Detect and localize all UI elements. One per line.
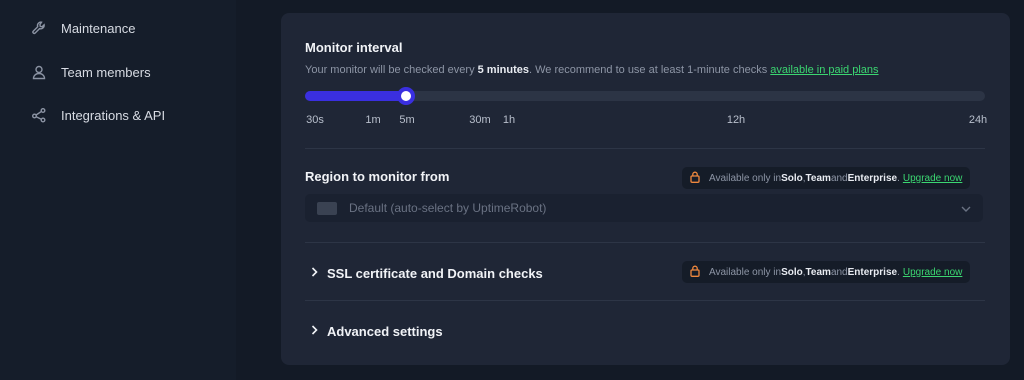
chevron-right-icon [311, 264, 318, 282]
settings-panel: Monitor interval Your monitor will be ch… [281, 13, 1010, 365]
share-icon [30, 106, 48, 124]
slider-tick: 1m [365, 114, 381, 126]
slider-tick: 5m [399, 114, 415, 126]
plan-name: Team [805, 266, 831, 278]
ssl-checks-expander[interactable]: SSL certificate and Domain checks [311, 264, 543, 282]
upsell-text: and [830, 172, 848, 184]
monitor-interval-title: Monitor interval [305, 40, 403, 55]
slider-tick: 30m [469, 114, 491, 126]
upgrade-now-link[interactable]: Upgrade now [903, 173, 962, 184]
interval-slider[interactable] [305, 87, 985, 105]
slider-thumb[interactable] [397, 87, 415, 105]
sidebar-item-integrations[interactable]: Integrations & API [30, 103, 165, 127]
upsell-text: Available only in [709, 266, 782, 278]
sidebar-item-label: Integrations & API [61, 107, 166, 123]
upsell-text: and [830, 266, 848, 278]
description-text: Your monitor will be checked every [305, 64, 478, 76]
slider-tick: 12h [726, 114, 746, 126]
upsell-text: Available only in [709, 172, 782, 184]
upsell-badge-ssl: Available only in Solo, Team and Enterpr… [682, 261, 971, 283]
region-select[interactable]: Default (auto-select by UptimeRobot) [305, 194, 983, 222]
plan-name: Solo [781, 172, 803, 184]
slider-tick: 24h [968, 114, 988, 126]
plan-name: Enterprise [847, 172, 898, 184]
sidebar-item-label: Team members [61, 64, 151, 80]
divider [305, 242, 985, 243]
sidebar-item-label: Maintenance [61, 20, 136, 36]
sidebar-item-maintenance[interactable]: Maintenance [30, 16, 135, 40]
plan-name: Solo [781, 266, 803, 278]
slider-fill [305, 91, 406, 101]
monitor-interval-description: Your monitor will be checked every 5 min… [305, 64, 879, 76]
divider [305, 148, 985, 149]
slider-tick: 30s [306, 114, 324, 126]
upsell-text: . [897, 266, 900, 278]
region-select-value: Default (auto-select by UptimeRobot) [349, 201, 547, 215]
description-text: . We recommend to use at least 1-minute … [528, 64, 771, 76]
upgrade-now-link[interactable]: Upgrade now [903, 267, 962, 278]
chevron-down-icon [961, 199, 971, 217]
lock-icon [690, 171, 700, 186]
wrench-icon [30, 19, 48, 37]
sidebar-item-team-members[interactable]: Team members [30, 60, 151, 84]
upsell-badge-region: Available only in Solo, Team and Enterpr… [682, 167, 971, 189]
region-title: Region to monitor from [305, 169, 450, 184]
plan-name: Team [805, 172, 831, 184]
chevron-right-icon [311, 322, 318, 340]
advanced-settings-title: Advanced settings [327, 323, 443, 339]
advanced-settings-expander[interactable]: Advanced settings [311, 322, 443, 340]
lock-icon [690, 265, 700, 280]
divider [305, 300, 985, 301]
ssl-checks-title: SSL certificate and Domain checks [327, 265, 543, 281]
sidebar: Maintenance Team members Integrations & … [0, 0, 236, 380]
flag-icon [317, 201, 337, 215]
user-icon [30, 63, 48, 81]
slider-tick: 1h [502, 114, 516, 126]
interval-value: 5 minutes [477, 64, 529, 76]
paid-plans-link[interactable]: available in paid plans [770, 64, 878, 76]
upsell-text: . [897, 172, 900, 184]
plan-name: Enterprise [847, 266, 898, 278]
